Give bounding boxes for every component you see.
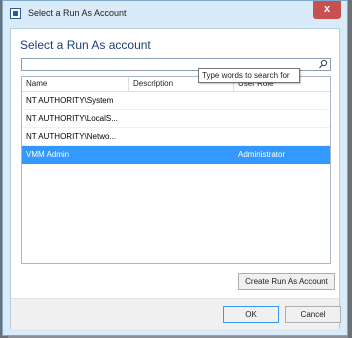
table-row-selected[interactable]: VMM Admin Administrator <box>22 146 330 164</box>
close-button[interactable]: x <box>313 1 341 19</box>
search-tooltip: Type words to search for <box>198 68 300 83</box>
cell-name: NT AUTHORITY\LocalS... <box>26 114 118 123</box>
table-row[interactable]: NT AUTHORITY\LocalS... <box>22 110 330 128</box>
accounts-grid: Name Description User Role NT AUTHORITY\… <box>21 76 331 264</box>
dialog-footer: OK Cancel <box>11 298 341 329</box>
cell-description <box>129 92 234 109</box>
table-row[interactable]: NT AUTHORITY\Netwo... <box>22 128 330 146</box>
ok-button[interactable]: OK <box>223 306 279 323</box>
cell-description <box>129 110 234 127</box>
cell-user-role <box>234 128 330 145</box>
create-run-as-account-button[interactable]: Create Run As Account <box>238 273 335 290</box>
cell-name: VMM Admin <box>26 150 70 159</box>
cell-user-role <box>234 110 330 127</box>
cell-description <box>129 128 234 145</box>
cell-name: NT AUTHORITY\Netwo... <box>26 132 117 141</box>
column-header-name[interactable]: Name <box>22 77 129 91</box>
window-title: Select a Run As Account <box>28 8 127 18</box>
cell-description <box>129 146 234 163</box>
cell-name: NT AUTHORITY\System <box>26 96 114 105</box>
page-title: Select a Run As account <box>20 38 151 52</box>
cancel-button[interactable]: Cancel <box>285 306 341 323</box>
cell-user-role <box>234 92 330 109</box>
close-icon: x <box>323 3 331 15</box>
app-window-icon <box>10 8 21 19</box>
search-icon[interactable] <box>318 59 328 70</box>
background-right <box>348 0 352 338</box>
dialog-window: Select a Run As Account x Select a Run A… <box>2 0 348 336</box>
cell-user-role: Administrator <box>238 150 286 159</box>
dialog-content: Select a Run As account Type words to se… <box>10 28 341 329</box>
table-row[interactable]: NT AUTHORITY\System <box>22 92 330 110</box>
title-bar: Select a Run As Account x <box>3 1 347 27</box>
